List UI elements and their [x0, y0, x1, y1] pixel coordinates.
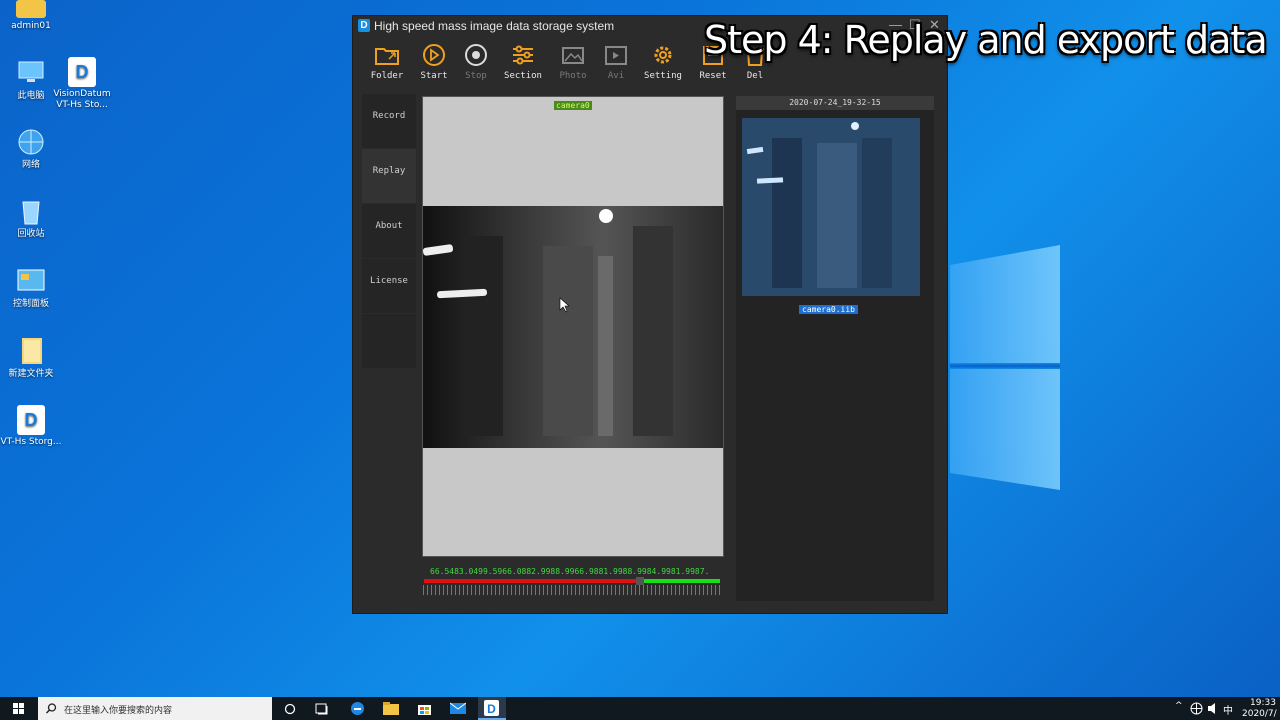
nav-about[interactable]: About [362, 204, 416, 258]
mail-icon[interactable] [450, 702, 466, 715]
stop-button[interactable]: Stop [454, 42, 498, 81]
edge-browser-icon[interactable] [350, 701, 365, 716]
nav-license[interactable]: License [362, 259, 416, 313]
nav-replay[interactable]: Replay [362, 149, 416, 203]
photo-icon [562, 47, 584, 64]
search-placeholder: 在这里输入你要搜索的内容 [64, 706, 173, 716]
control-panel-icon [16, 266, 46, 296]
folder-icon [16, 336, 46, 366]
timeline-ticks [423, 585, 721, 595]
desktop-icon-vths-storage[interactable]: D VT-Hs Storg... [0, 404, 62, 448]
desktop-icon-visiondatum[interactable]: D VisionDatum VT-Hs Sto... [51, 56, 113, 111]
section-button[interactable]: Section [501, 42, 545, 81]
file-panel: 2020-07-24_19-32-15 camera0.iib [736, 96, 934, 601]
app-window: D High speed mass image data storage sys… [353, 16, 947, 613]
thumbnail-graphic [742, 118, 920, 296]
recording-file-name[interactable]: camera0.iib [799, 305, 858, 314]
clock-time[interactable]: 19:33 [1250, 698, 1276, 708]
camera-frame-graphic [423, 206, 723, 448]
file-explorer-icon[interactable] [383, 702, 399, 715]
search-icon [46, 703, 57, 714]
user-folder-icon [16, 0, 46, 18]
start-button[interactable]: Start [412, 42, 456, 81]
stop-icon [465, 44, 487, 66]
image-viewer[interactable]: camera0 [422, 96, 724, 557]
camera-label: camera0 [554, 101, 592, 110]
windows-logo-wallpaper [950, 245, 1060, 490]
sliders-icon [513, 45, 533, 65]
timeline-handle[interactable] [636, 577, 644, 585]
timeline-values: 66.5483.0499.5966.0882.9988.9966.9881.99… [430, 567, 710, 576]
recording-thumbnail[interactable] [742, 118, 920, 296]
network-icon[interactable] [1190, 702, 1203, 715]
ime-indicator[interactable]: 中 [1223, 702, 1233, 717]
desktop-icon-network[interactable]: 网络 [0, 127, 62, 171]
avi-button[interactable]: Avi [594, 42, 638, 81]
app-logo-icon: D [358, 19, 370, 32]
setting-button[interactable]: Setting [641, 42, 685, 81]
clock-date[interactable]: 2020/7/ [1242, 709, 1277, 719]
taskbar: 在这里输入你要搜索的内容 D ^ 中 19:33 2020/7/ [0, 697, 1280, 720]
photo-button[interactable]: Photo [551, 42, 595, 81]
nav-empty-slot [362, 314, 416, 368]
timeline-remaining-bar [644, 579, 720, 583]
gear-icon [654, 46, 672, 64]
tutorial-caption: Step 4: Replay and export data [704, 18, 1268, 62]
windows-start-icon[interactable] [13, 703, 25, 715]
network-globe-icon [16, 127, 46, 157]
timeline-played-bar [424, 579, 636, 583]
nav-record[interactable]: Record [362, 94, 416, 148]
replay-timeline[interactable]: 66.5483.0499.5966.0882.9988.9966.9881.99… [422, 567, 724, 601]
store-icon[interactable] [417, 701, 432, 716]
visiondatum-app-icon: D [67, 56, 97, 87]
camera-frame-image [423, 206, 723, 448]
video-icon [605, 46, 627, 65]
desktop-icon-recycle-bin[interactable]: 回收站 [0, 196, 62, 240]
folder-button[interactable]: Folder [365, 42, 409, 81]
desktop-icon-user[interactable]: admin01 [0, 0, 62, 32]
side-navigation: Record Replay About License [362, 94, 416, 368]
vths-taskbar-icon: D [484, 700, 499, 716]
folder-icon [375, 48, 399, 65]
recording-date: 2020-07-24_19-32-15 [736, 96, 934, 110]
svg-text:D: D [76, 62, 89, 82]
svg-text:D: D [25, 410, 38, 430]
cortana-icon[interactable] [284, 703, 296, 715]
vths-storage-app-icon: D [16, 404, 46, 435]
window-title: High speed mass image data storage syste… [374, 19, 615, 33]
desktop-icon-control-panel[interactable]: 控制面板 [0, 266, 62, 310]
volume-icon[interactable] [1207, 702, 1220, 715]
recycle-bin-icon [16, 196, 46, 226]
tray-chevron-icon[interactable]: ^ [1175, 701, 1183, 711]
task-view-icon[interactable] [315, 702, 329, 715]
computer-icon [16, 58, 46, 88]
play-icon [423, 44, 445, 66]
desktop-icon-new-folder[interactable]: 新建文件夹 [0, 336, 62, 380]
svg-text:D: D [487, 702, 496, 716]
taskbar-app-active[interactable]: D [478, 697, 506, 720]
taskbar-search[interactable]: 在这里输入你要搜索的内容 [38, 697, 272, 720]
